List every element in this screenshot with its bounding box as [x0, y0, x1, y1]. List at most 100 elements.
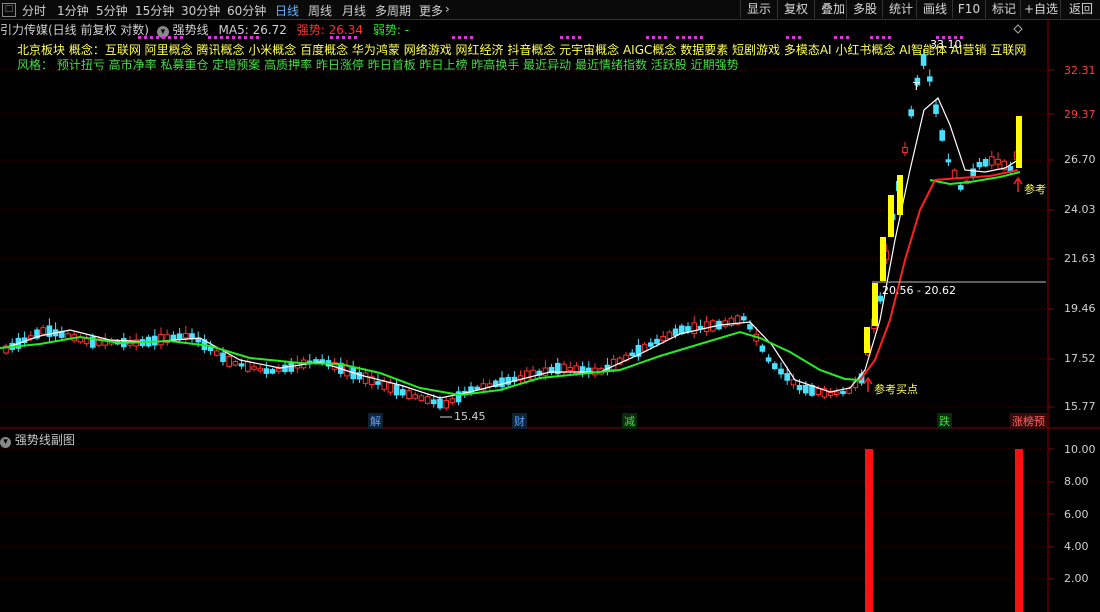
sub-chart-header: ▾ 强势线副图 [0, 431, 75, 448]
event-marker[interactable]: 解 [368, 413, 383, 429]
candle [722, 320, 729, 327]
candle [908, 109, 915, 117]
candle [474, 386, 480, 390]
candle [989, 156, 995, 166]
candle [542, 367, 549, 376]
candle [697, 325, 704, 329]
candle [666, 331, 673, 340]
candle [976, 161, 983, 168]
candle [982, 159, 989, 167]
candle [226, 356, 232, 367]
candle [524, 370, 530, 383]
candle [238, 363, 245, 367]
event-marker[interactable]: 财 [512, 413, 527, 429]
event-marker[interactable]: 减 [622, 413, 637, 429]
candle [449, 398, 456, 403]
sub-signal-bar [865, 449, 873, 612]
candle [220, 352, 226, 362]
diamond-icon [1013, 24, 1023, 34]
candle [362, 372, 369, 384]
candle [939, 130, 946, 141]
candle [437, 398, 443, 409]
candle [902, 146, 908, 154]
sub-signal-bar [1015, 449, 1023, 612]
candle [263, 368, 270, 374]
candle [418, 395, 425, 402]
candle [251, 366, 257, 370]
signal-bar [1016, 116, 1022, 168]
chevron-down-icon[interactable]: ▾ [0, 437, 11, 448]
candle [920, 53, 927, 66]
candle [530, 369, 536, 380]
candle [431, 399, 437, 405]
candle [183, 332, 189, 339]
price-tick: 15.77 [1064, 400, 1096, 413]
candle [741, 316, 747, 321]
candle [827, 391, 834, 396]
candle [282, 364, 288, 373]
candle [567, 366, 574, 372]
signal-bar [864, 327, 870, 353]
candle [672, 328, 679, 336]
candle [499, 377, 505, 388]
candle [654, 338, 660, 345]
reference-label: 参考 [1024, 183, 1046, 196]
candle [933, 104, 939, 114]
high-price-label: 33.10 [930, 38, 962, 51]
candle [629, 352, 636, 357]
candle [232, 361, 239, 366]
range-label: 20.56 - 20.62 [882, 284, 956, 297]
kline-chart[interactable] [0, 0, 1100, 612]
buy-point-label: 参考买点 [874, 383, 918, 396]
candle [660, 335, 667, 341]
candle [685, 326, 691, 332]
candle [400, 389, 406, 396]
candle [834, 391, 840, 396]
candle [772, 363, 778, 370]
candle [759, 345, 766, 352]
candle [778, 368, 784, 375]
event-marker[interactable]: 涨榜预 [1010, 413, 1047, 429]
candle [176, 333, 183, 340]
signal-bar [880, 237, 886, 281]
candle [40, 327, 47, 335]
candle [158, 333, 164, 346]
candle [406, 390, 412, 400]
price-tick: 26.70 [1064, 153, 1096, 166]
candle [214, 350, 220, 356]
candle [257, 367, 263, 372]
candle [951, 169, 958, 179]
candle [455, 391, 462, 403]
candle [641, 343, 648, 352]
reference-arrow-icon [1013, 176, 1023, 192]
sub-axis-tick: 2.00 [1064, 572, 1089, 585]
signal-bar [888, 195, 894, 237]
candle [703, 321, 710, 332]
candle [796, 385, 803, 391]
candle [393, 384, 400, 396]
high-marker: T [913, 80, 920, 93]
candle [945, 159, 952, 163]
candle [747, 324, 753, 330]
price-tick: 17.52 [1064, 352, 1096, 365]
candle [995, 158, 1001, 165]
candle [840, 391, 846, 395]
event-marker-text: 解 [370, 415, 381, 428]
candle [765, 357, 772, 362]
candle [245, 361, 251, 372]
sub-chart-title: 强势线副图 [14, 433, 75, 447]
price-tick: 24.03 [1064, 203, 1096, 216]
candle [561, 363, 567, 374]
price-tick: 21.63 [1064, 252, 1096, 265]
signal-bar [872, 283, 878, 326]
candle [195, 338, 201, 343]
price-tick: 32.31 [1064, 64, 1096, 77]
candle [970, 168, 977, 177]
candle [443, 400, 449, 409]
sub-axis-tick: 6.00 [1064, 508, 1089, 521]
candle [679, 325, 685, 335]
event-marker-text: 涨榜预 [1012, 415, 1045, 428]
event-marker-text: 减 [624, 415, 635, 428]
candle [691, 322, 698, 335]
event-marker[interactable]: 跌 [937, 413, 952, 429]
